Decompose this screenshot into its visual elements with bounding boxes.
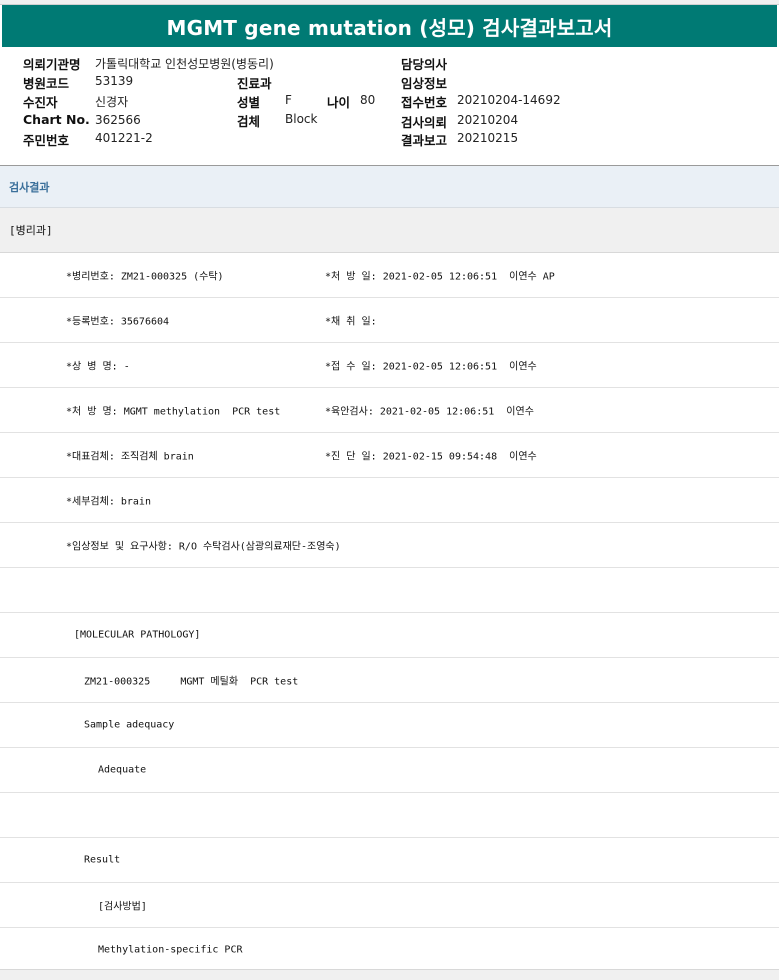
age-label: 나이 <box>327 95 351 110</box>
receiver-label: 수진자 <box>23 95 58 110</box>
sample-adequacy-value: Adequate <box>98 764 147 776</box>
accession-label: 접수번호 <box>401 95 448 110</box>
diagnosis-date: *진 단 일: 2021-02-15 09:54:48 이연수 <box>325 451 537 463</box>
sex-value: F <box>285 93 292 107</box>
result-row-empty <box>0 568 779 613</box>
clinical-requirements: *임상정보 및 요구사항: R/O 수탁검사(삼광의료재단-조영숙) <box>66 541 341 553</box>
accession-value: 20210204-14692 <box>457 93 561 107</box>
report-date-value: 20210215 <box>457 131 519 145</box>
hospital-code-value: 53139 <box>95 74 134 88</box>
result-row: *처 방 명: MGMT methylation PCR test *육안검사:… <box>0 388 779 433</box>
department-label: 진료과 <box>237 76 272 91</box>
bottom-border <box>0 969 779 980</box>
hospital-code-label: 병원코드 <box>23 76 70 91</box>
specimen-value: Block <box>285 112 318 126</box>
prescription-date: *처 방 일: 2021-02-05 12:06:51 이연수 AP <box>325 271 555 283</box>
receiver-value: 신경자 <box>95 95 129 109</box>
result-row: *등록번호: 35676604 *채 취 일: <box>0 298 779 343</box>
resident-no-value: 401221-2 <box>95 131 153 145</box>
result-row: Result <box>0 838 779 883</box>
resident-no-label: 주민번호 <box>23 133 70 148</box>
test-method-heading: [검사방법] <box>98 901 147 913</box>
sex-label: 성별 <box>237 95 261 110</box>
collection-date: *채 취 일: <box>325 316 377 328</box>
institution-label: 의뢰기관명 <box>23 57 81 72</box>
doctor-label: 담당의사 <box>401 57 448 72</box>
molecular-pathology-heading: [MOLECULAR PATHOLOGY] <box>74 629 201 641</box>
request-date-value: 20210204 <box>457 113 519 127</box>
registration-number: *등록번호: 35676604 <box>66 316 170 328</box>
report-date-label: 결과보고 <box>401 133 448 148</box>
test-method-value: Methylation-specific PCR <box>98 944 243 956</box>
result-row: *대표검체: 조직검체 brain *진 단 일: 2021-02-15 09:… <box>0 433 779 478</box>
result-row-empty <box>0 793 779 838</box>
result-row: *세부검체: brain <box>0 478 779 523</box>
result-row: ZM21-000325 MGMT 메틸화 PCR test <box>0 658 779 703</box>
patient-info-panel: 의뢰기관명 가톨릭대학교 인천성모병원(병동리) 담당의사 병원코드 53139… <box>0 47 779 165</box>
result-row: Methylation-specific PCR <box>0 928 779 973</box>
age-value: 80 <box>360 93 376 107</box>
clinical-info-label: 임상정보 <box>401 76 448 91</box>
result-row: *병리번호: ZM21-000325 (수탁) *처 방 일: 2021-02-… <box>0 253 779 298</box>
test-identifier: ZM21-000325 MGMT 메틸화 PCR test <box>84 676 299 688</box>
result-heading: Result <box>84 854 121 866</box>
results-section-header: 검사결과 <box>0 166 779 208</box>
result-row: Sample adequacy <box>0 703 779 748</box>
institution-value: 가톨릭대학교 인천성모병원(병동리) <box>95 57 274 71</box>
result-row: [검사방법] <box>0 883 779 928</box>
department-row: [병리과] <box>0 208 779 253</box>
pathology-number: *병리번호: ZM21-000325 (수탁) <box>66 271 224 283</box>
detail-specimen: *세부검체: brain <box>66 496 151 508</box>
report-title: MGMT gene mutation (성모) 검사결과보고서 <box>2 5 777 47</box>
result-row: *임상정보 및 요구사항: R/O 수탁검사(삼광의료재단-조영숙) <box>0 523 779 568</box>
sample-adequacy-heading: Sample adequacy <box>84 719 175 731</box>
received-date: *접 수 일: 2021-02-05 12:06:51 이연수 <box>325 361 537 373</box>
prescription-name: *처 방 명: MGMT methylation PCR test <box>66 406 281 418</box>
result-row: [MOLECULAR PATHOLOGY] <box>0 613 779 658</box>
gross-exam-date: *육안검사: 2021-02-05 12:06:51 이연수 <box>325 406 534 418</box>
chart-no-label: Chart No. <box>23 112 90 127</box>
result-row: Adequate <box>0 748 779 793</box>
result-row: *상 병 명: - *접 수 일: 2021-02-05 12:06:51 이연… <box>0 343 779 388</box>
specimen-label: 검체 <box>237 114 261 129</box>
representative-specimen: *대표검체: 조직검체 brain <box>66 451 194 463</box>
request-date-label: 검사의뢰 <box>401 115 448 130</box>
chart-no-value: 362566 <box>95 113 141 127</box>
diagnosis-name: *상 병 명: - <box>66 361 130 373</box>
